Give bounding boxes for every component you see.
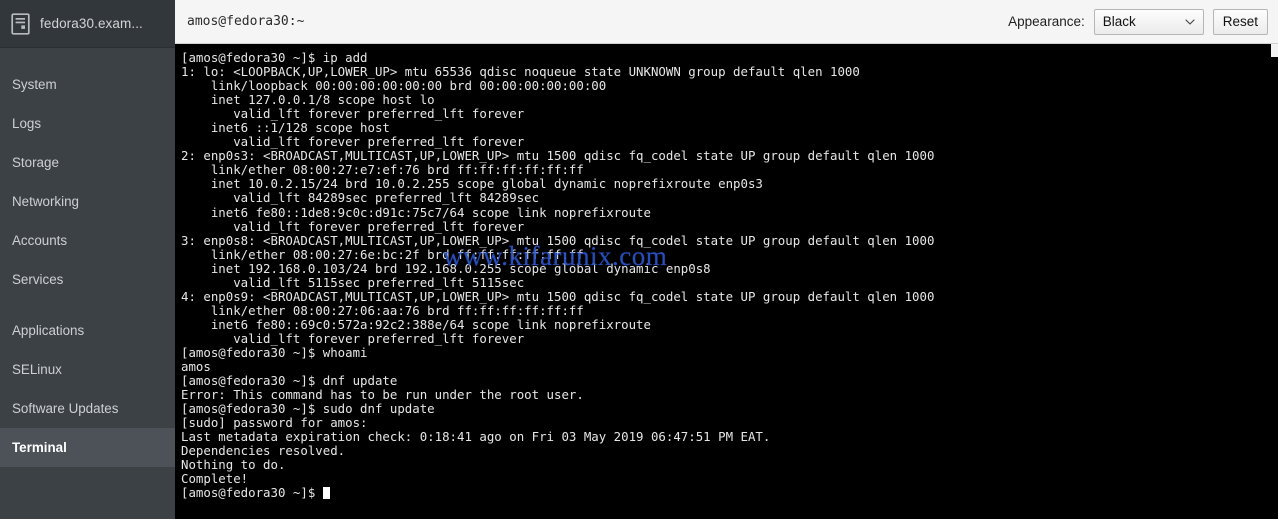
sidebar-item-label: Networking [12,194,79,209]
toolbar-controls: Appearance: Black Reset [1008,8,1268,35]
sidebar-divider [0,299,175,311]
terminal-text: [amos@fedora30 ~]$ ip add 1: lo: <LOOPBA… [181,50,1278,501]
sidebar-item-label: Accounts [12,233,68,248]
sidebar-nav: System Logs Storage Networking Accounts … [0,48,175,467]
sidebar-item-label: Applications [12,323,85,338]
terminal-toolbar: amos@fedora30:~ Appearance: Black Reset [175,0,1278,44]
sidebar-item-networking[interactable]: Networking [0,182,175,221]
sidebar-item-applications[interactable]: Applications [0,311,175,350]
sidebar-item-accounts[interactable]: Accounts [0,221,175,260]
main-content: amos@fedora30:~ Appearance: Black Reset … [175,0,1278,519]
sidebar-item-storage[interactable]: Storage [0,143,175,182]
sidebar-item-terminal[interactable]: Terminal [0,428,175,467]
terminal-cursor [322,487,331,500]
appearance-select[interactable]: Black [1093,8,1204,35]
terminal-output-pane[interactable]: [amos@fedora30 ~]$ ip add 1: lo: <LOOPBA… [175,44,1278,519]
sidebar-item-software-updates[interactable]: Software Updates [0,389,175,428]
sidebar-item-logs[interactable]: Logs [0,104,175,143]
sidebar: fedora30.exam... System Logs Storage Net… [0,0,175,519]
terminal-scrollbar[interactable] [1271,44,1278,57]
chevron-down-icon [1185,18,1195,25]
cockpit-web-console: fedora30.exam... System Logs Storage Net… [0,0,1278,519]
sidebar-item-label: Logs [12,116,42,131]
terminal-content: [amos@fedora30 ~]$ ip add 1: lo: <LOOPBA… [181,50,935,501]
sidebar-item-label: Software Updates [12,401,119,416]
sidebar-item-label: Services [12,272,64,287]
sidebar-host-label: fedora30.exam... [40,16,143,31]
sidebar-host-header[interactable]: fedora30.exam... [0,0,175,48]
terminal-session-title: amos@fedora30:~ [187,14,305,29]
server-icon [11,12,30,35]
sidebar-item-system[interactable]: System [0,65,175,104]
sidebar-item-label: Terminal [12,440,67,455]
sidebar-item-label: SELinux [12,362,62,377]
sidebar-item-selinux[interactable]: SELinux [0,350,175,389]
appearance-select-value: Black [1102,14,1136,29]
sidebar-item-label: System [12,77,57,92]
sidebar-item-label: Storage [12,155,59,170]
reset-button[interactable]: Reset [1212,8,1268,35]
sidebar-item-services[interactable]: Services [0,260,175,299]
appearance-label: Appearance: [1008,14,1085,29]
